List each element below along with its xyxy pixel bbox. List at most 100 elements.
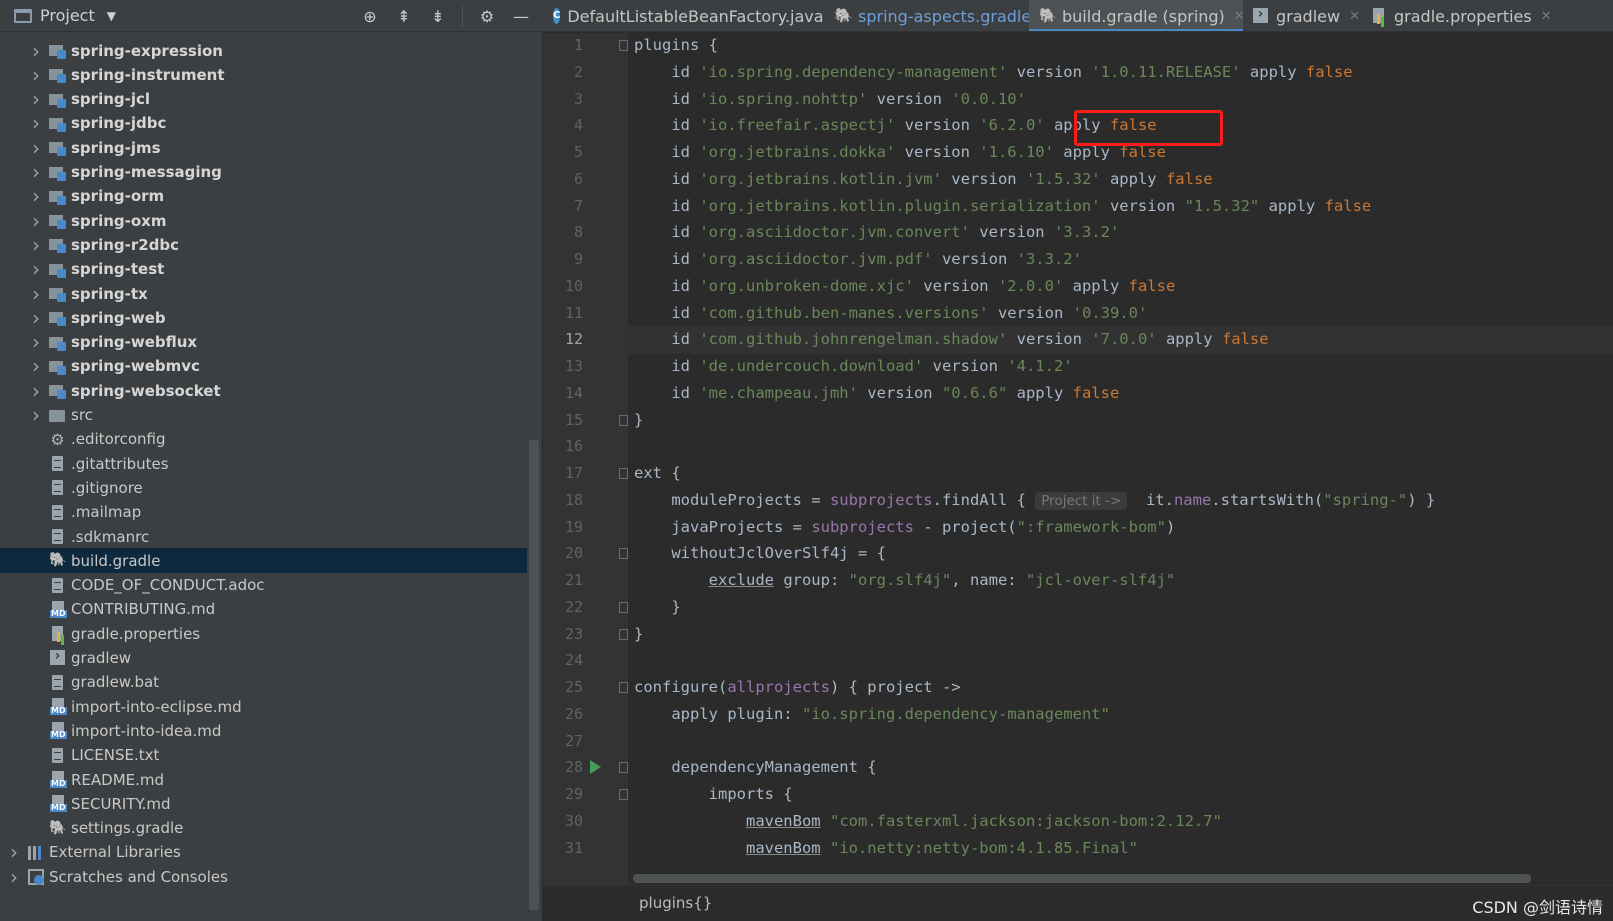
code-line[interactable]: configure(allprojects) { project -> (634, 674, 1613, 702)
project-pane-title[interactable]: Project (40, 6, 95, 25)
line-number[interactable]: 29 (543, 781, 583, 809)
fold-marker-icon[interactable] (619, 548, 628, 560)
editor-tab[interactable]: gradle.properties ✕ (1361, 0, 1561, 31)
tree-item[interactable]: CODE_OF_CONDUCT.adoc (0, 573, 527, 598)
line-number[interactable]: 11 (543, 300, 583, 328)
tree-item[interactable]: › spring-r2dbc (0, 232, 527, 257)
line-number[interactable]: 10 (543, 273, 583, 301)
chevron-down-icon[interactable]: ▼ (107, 9, 116, 23)
line-number[interactable]: 27 (543, 728, 583, 756)
tree-item[interactable]: › spring-webmvc (0, 354, 527, 379)
tree-item[interactable]: › spring-oxm (0, 208, 527, 233)
tree-item[interactable]: import-into-eclipse.md (0, 694, 527, 719)
line-number[interactable]: 28 (543, 754, 583, 782)
tree-item[interactable]: › spring-web (0, 305, 527, 330)
line-number[interactable]: 15 (543, 407, 583, 435)
tree-item[interactable]: › spring-instrument (0, 62, 527, 87)
line-number[interactable]: 12 (543, 326, 583, 354)
expand-arrow-icon[interactable]: › (30, 330, 42, 354)
line-number[interactable]: 18 (543, 487, 583, 515)
code-line[interactable]: dependencyManagement { (634, 754, 1613, 782)
tree-item[interactable]: › spring-webflux (0, 330, 527, 355)
code-line[interactable]: } (634, 407, 1613, 435)
fold-marker-icon[interactable] (619, 414, 628, 426)
close-tab-icon[interactable]: ✕ (1349, 9, 1360, 24)
line-number[interactable]: 7 (543, 193, 583, 221)
code-line[interactable] (634, 728, 1613, 756)
expand-arrow-icon[interactable]: › (30, 233, 42, 257)
code-line[interactable]: moduleProjects = subprojects.findAll { P… (634, 487, 1613, 515)
code-line[interactable]: mavenBom "com.fasterxml.jackson:jackson-… (634, 808, 1613, 836)
line-number[interactable]: 22 (543, 594, 583, 622)
line-number[interactable]: 8 (543, 219, 583, 247)
code-line[interactable]: id 'io.spring.dependency-management' ver… (634, 59, 1613, 87)
fold-marker-icon[interactable] (619, 601, 628, 613)
tree-item[interactable]: gradlew.bat (0, 670, 527, 695)
line-number[interactable]: 23 (543, 621, 583, 649)
tree-item[interactable]: README.md (0, 767, 527, 792)
fold-marker-icon[interactable] (619, 682, 628, 693)
tree-item[interactable]: gradlew (0, 646, 527, 671)
fold-marker-icon[interactable] (619, 468, 628, 479)
breadcrumb[interactable]: plugins{} (639, 894, 712, 912)
editor-horizontal-scrollbar[interactable] (633, 874, 1531, 883)
expand-arrow-icon[interactable]: › (30, 87, 42, 111)
collapse-all-icon[interactable]: ⇟ (428, 6, 448, 26)
code-line[interactable]: id 'com.github.ben-manes.versions' versi… (634, 300, 1613, 328)
code-line[interactable]: plugins { (634, 32, 1613, 60)
line-number[interactable]: 19 (543, 514, 583, 542)
tree-item[interactable]: › spring-messaging (0, 160, 527, 185)
tree-item[interactable]: › spring-tx (0, 281, 527, 306)
code-line[interactable]: id 'org.jetbrains.kotlin.jvm' version '1… (634, 166, 1613, 194)
line-number[interactable]: 6 (543, 166, 583, 194)
editor-tab[interactable]: C DefaultListableBeanFactory.java ✕ (543, 0, 843, 31)
code-line[interactable]: id 'org.jetbrains.kotlin.plugin.serializ… (634, 193, 1613, 221)
code-line[interactable]: id 'org.jetbrains.dokka' version '1.6.10… (634, 139, 1613, 167)
tree-item[interactable]: .gitignore (0, 475, 527, 500)
line-number[interactable]: 30 (543, 808, 583, 836)
expand-arrow-icon[interactable]: › (30, 354, 42, 378)
fold-marker-icon[interactable] (619, 762, 628, 774)
line-number[interactable]: 9 (543, 246, 583, 274)
project-tree[interactable]: › spring-expression › spring-instrument › spr… (0, 28, 527, 921)
code-line[interactable]: id 'io.spring.nohttp' version '0.0.10' (634, 86, 1613, 114)
tree-item[interactable]: › spring-jms (0, 135, 527, 160)
hide-icon[interactable]: — (511, 6, 531, 26)
line-number[interactable]: 3 (543, 86, 583, 114)
tree-item[interactable]: SECURITY.md (0, 791, 527, 816)
tree-item[interactable]: › spring-jdbc (0, 111, 527, 136)
expand-arrow-icon[interactable]: › (8, 865, 20, 889)
tree-item[interactable]: › spring-test (0, 257, 527, 282)
tree-item[interactable]: › spring-expression (0, 38, 527, 63)
line-number[interactable]: 24 (543, 647, 583, 675)
code-line[interactable]: ext { (634, 460, 1613, 488)
expand-arrow-icon[interactable]: › (30, 403, 42, 427)
code-line[interactable]: id 'com.github.johnrengelman.shadow' ver… (634, 326, 1613, 354)
fold-marker-icon[interactable] (619, 789, 628, 800)
expand-all-icon[interactable]: ⇞ (394, 6, 414, 26)
code-line[interactable]: exclude group: "org.slf4j", name: "jcl-o… (634, 567, 1613, 595)
expand-arrow-icon[interactable]: › (30, 282, 42, 306)
tree-item[interactable]: gradle.properties (0, 621, 527, 646)
close-tab-icon[interactable]: ✕ (1541, 9, 1552, 24)
line-number[interactable]: 16 (543, 433, 583, 461)
code-line[interactable]: mavenBom "io.netty:netty-bom:4.1.85.Fina… (634, 835, 1613, 863)
line-number[interactable]: 1 (543, 32, 583, 60)
tree-item[interactable]: › External Libraries (0, 840, 527, 865)
expand-arrow-icon[interactable]: › (30, 136, 42, 160)
expand-arrow-icon[interactable]: › (30, 184, 42, 208)
tree-item[interactable]: ⚙ .editorconfig (0, 427, 527, 452)
code-line[interactable] (634, 647, 1613, 675)
expand-arrow-icon[interactable]: › (30, 306, 42, 330)
code-line[interactable]: id 'me.champeau.jmh' version "0.6.6" app… (634, 380, 1613, 408)
tree-item[interactable]: › spring-websocket (0, 378, 527, 403)
expand-arrow-icon[interactable]: › (30, 379, 42, 403)
editor-tab[interactable]: gradlew ✕ (1243, 0, 1361, 31)
code-line[interactable]: imports { (634, 781, 1613, 809)
tree-item[interactable]: 🐘 build.gradle (0, 548, 527, 574)
code-line[interactable]: id 'org.asciidoctor.jvm.pdf' version '3.… (634, 246, 1613, 274)
editor-tab[interactable]: 🐘 build.gradle (spring) ✕ (1029, 0, 1245, 31)
code-line[interactable]: apply plugin: "io.spring.dependency-mana… (634, 701, 1613, 729)
expand-arrow-icon[interactable]: › (30, 111, 42, 135)
tree-item[interactable]: › src (0, 403, 527, 428)
